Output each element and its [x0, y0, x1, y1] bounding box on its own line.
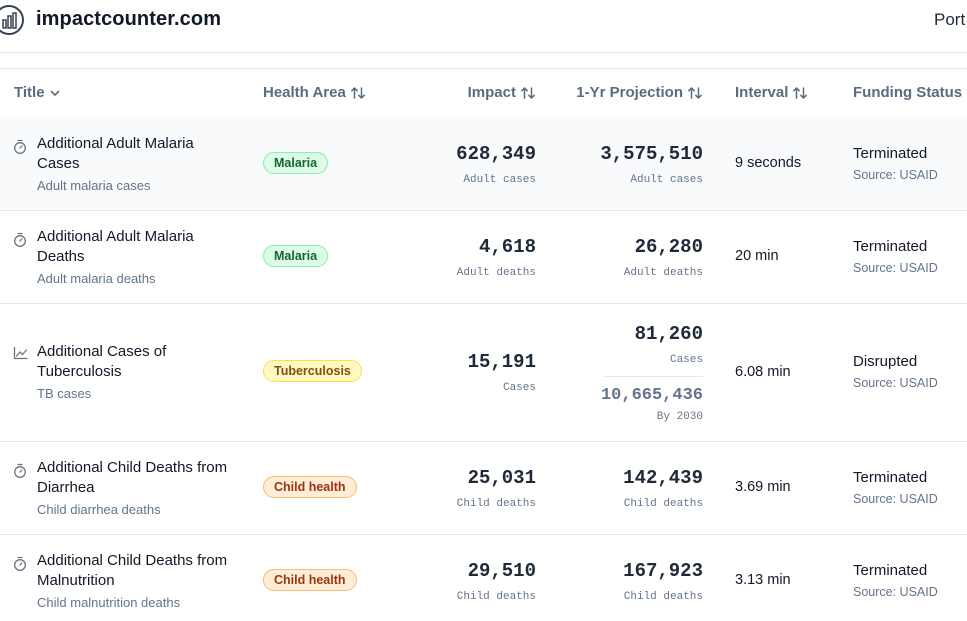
bar-chart-logo-icon[interactable] — [0, 5, 24, 35]
interval-value: 3.69 min — [735, 479, 791, 495]
projection-2030-value: 10,665,436 — [600, 386, 703, 405]
funding-source: Source: USAID — [853, 168, 938, 182]
row-subtitle: TB cases — [37, 386, 92, 401]
projection-unit: Cases — [669, 354, 703, 366]
impact-unit: Adult cases — [463, 174, 536, 186]
funding-status: Terminated — [853, 469, 928, 486]
table-row[interactable]: Additional Adult Malaria Deaths Adult ma… — [0, 210, 967, 304]
column-header-funding-status[interactable]: Funding Status — [853, 84, 967, 101]
health-area-badge: Child health — [263, 569, 357, 591]
table-row[interactable]: Additional Child Deaths from Malnutritio… — [0, 534, 967, 621]
table-row[interactable]: Additional Adult Malaria Cases Adult mal… — [0, 117, 967, 211]
row-subtitle: Adult malaria cases — [37, 178, 151, 193]
row-title[interactable]: Additional Child Deaths from Malnutritio… — [37, 551, 237, 591]
impact-unit: Child deaths — [456, 591, 536, 603]
projection-value: 26,280 — [634, 236, 703, 258]
funding-source: Source: USAID — [853, 261, 938, 275]
projection-2030-unit: By 2030 — [656, 411, 703, 423]
projection-value: 3,575,510 — [600, 143, 703, 165]
funding-status: Terminated — [853, 562, 928, 579]
sort-arrows-icon — [688, 86, 702, 99]
timer-icon — [14, 232, 26, 247]
table-row[interactable]: Additional Cases of Tuberculosis TB case… — [0, 303, 967, 442]
trend-chart-icon — [13, 346, 28, 360]
timer-icon — [14, 139, 26, 154]
chevron-down-icon — [50, 90, 59, 96]
timer-icon — [14, 463, 26, 478]
row-title[interactable]: Additional Adult Malaria Cases — [37, 134, 237, 174]
projection-unit: Adult deaths — [623, 267, 703, 279]
impact-unit: Adult deaths — [456, 267, 536, 279]
funding-status: Disrupted — [853, 353, 918, 370]
sort-arrows-icon — [521, 86, 535, 99]
impact-unit: Child deaths — [456, 498, 536, 510]
projection-unit: Adult cases — [630, 174, 703, 186]
column-header-title[interactable]: Title — [14, 84, 61, 101]
interval-value: 3.13 min — [735, 572, 791, 588]
funding-status: Terminated — [853, 238, 928, 255]
impact-value: 29,510 — [467, 560, 536, 582]
interval-value: 9 seconds — [735, 155, 802, 171]
impact-value: 25,031 — [467, 467, 536, 489]
column-header-projection[interactable]: 1-Yr Projection — [560, 84, 703, 101]
sort-arrows-icon — [793, 86, 808, 99]
site-brand-link[interactable]: impactcounter.com — [36, 8, 221, 31]
sort-arrows-icon — [350, 86, 365, 99]
funding-source: Source: USAID — [853, 492, 938, 506]
interval-value: 6.08 min — [735, 364, 791, 380]
health-area-badge: Tuberculosis — [263, 360, 362, 382]
funding-source: Source: USAID — [853, 376, 938, 390]
row-title[interactable]: Additional Adult Malaria Deaths — [37, 227, 237, 267]
site-header: impactcounter.com Port — [0, 0, 967, 53]
projection-divider — [604, 376, 703, 377]
interval-value: 20 min — [735, 248, 779, 264]
row-subtitle: Adult malaria deaths — [37, 271, 156, 286]
row-subtitle: Child diarrhea deaths — [37, 502, 161, 517]
row-title[interactable]: Additional Child Deaths from Diarrhea — [37, 458, 237, 498]
table-row[interactable]: Additional Child Deaths from Diarrhea Ch… — [0, 441, 967, 535]
impact-value: 628,349 — [456, 143, 536, 165]
column-header-health-area[interactable]: Health Area — [263, 84, 366, 101]
timer-icon — [14, 556, 26, 571]
projection-value: 81,260 — [634, 323, 703, 345]
projection-value: 142,439 — [623, 467, 703, 489]
row-title[interactable]: Additional Cases of Tuberculosis — [37, 342, 237, 382]
impact-value: 4,618 — [478, 236, 536, 258]
projection-unit: Child deaths — [623, 591, 703, 603]
impact-value: 15,191 — [467, 351, 536, 373]
funding-status: Terminated — [853, 145, 928, 162]
health-area-badge: Child health — [263, 476, 357, 498]
row-subtitle: Child malnutrition deaths — [37, 595, 181, 610]
impact-unit: Cases — [502, 382, 536, 394]
projection-unit: Child deaths — [623, 498, 703, 510]
table-header: Title Health Area Impact 1-Yr Projection… — [0, 68, 967, 119]
funding-source: Source: USAID — [853, 585, 938, 599]
column-header-interval[interactable]: Interval — [735, 84, 808, 101]
health-area-badge: Malaria — [263, 245, 329, 267]
nav-link-portfolio[interactable]: Port — [934, 10, 965, 30]
projection-value: 167,923 — [623, 560, 703, 582]
health-area-badge: Malaria — [263, 152, 329, 174]
column-header-impact[interactable]: Impact — [430, 84, 536, 101]
